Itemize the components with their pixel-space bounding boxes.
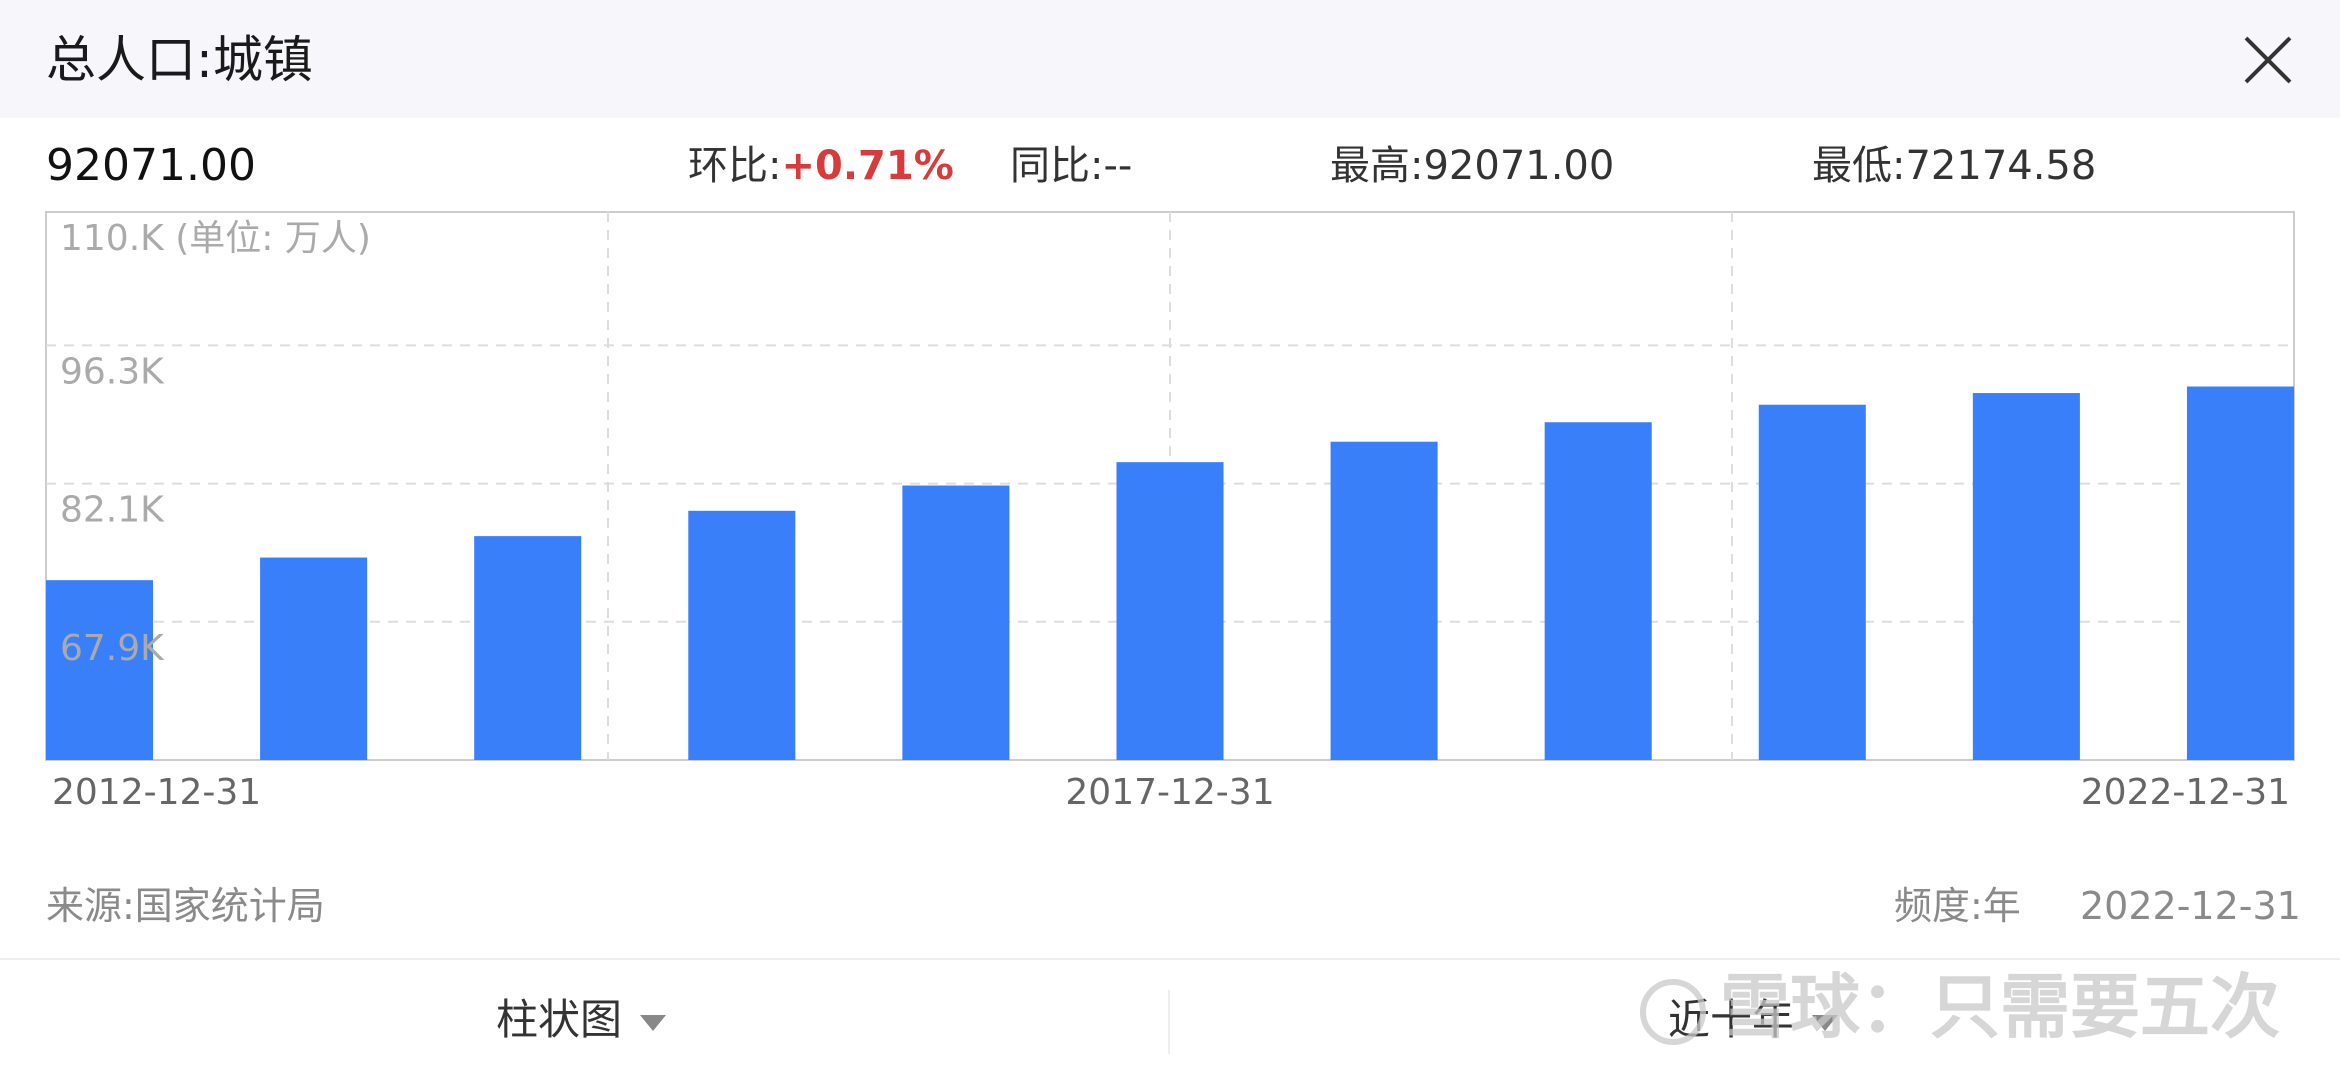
bar	[2186, 386, 2294, 760]
bar	[688, 510, 796, 760]
latest-date: 2022-12-31	[2080, 884, 2301, 928]
low-stat: 最低:72174.58	[1812, 143, 2097, 189]
source-label: 来源:国家统计局	[46, 884, 325, 928]
x-tick-label: 2022-12-31	[2081, 772, 2290, 813]
caret-down-icon	[640, 1014, 667, 1031]
high-stat: 最高:92071.00	[1330, 143, 1615, 189]
close-icon	[2244, 36, 2292, 84]
y-tick-label: 110.K (单位: 万人)	[60, 218, 371, 259]
bar	[902, 485, 1010, 760]
qoq-value: +0.71%	[781, 143, 954, 189]
close-button[interactable]	[2238, 30, 2298, 90]
bar	[1116, 462, 1224, 760]
qoq-label: 环比:	[688, 143, 782, 189]
page-title: 总人口:城镇	[46, 31, 313, 89]
bar	[46, 580, 154, 760]
y-tick-label: 67.9K	[60, 628, 165, 669]
snowball-logo-icon	[1640, 978, 1706, 1045]
chart-type-dropdown[interactable]: 柱状图	[496, 990, 667, 1050]
bar	[1758, 404, 1866, 760]
qoq-stat: 环比:+0.71%	[688, 136, 954, 196]
header-bar: 总人口:城镇	[0, 0, 2340, 118]
bar	[1330, 441, 1438, 760]
toolbar-divider	[1168, 990, 1170, 1054]
x-tick-label: 2012-12-31	[52, 772, 261, 813]
bar	[1972, 393, 2080, 760]
chart-footer: 来源:国家统计局 频度:年 2022-12-31	[0, 876, 2340, 936]
bar	[474, 536, 582, 760]
chart-type-label: 柱状图	[496, 995, 623, 1044]
y-tick-label: 82.1K	[60, 490, 165, 531]
watermark: 雪球：只需要五次	[1640, 962, 2280, 1052]
current-value: 92071.00	[46, 140, 256, 191]
y-tick-label: 96.3K	[60, 351, 165, 392]
yoy-stat: 同比:--	[1010, 143, 1133, 189]
bar-chart: 110.K (单位: 万人) 96.3K 82.1K 67.9K 2012-12-31 2…	[45, 211, 2295, 813]
frequency-label: 频度:年	[1894, 884, 2021, 928]
stats-row: 92071.00 环比:+0.71% 同比:-- 最高:92071.00 最低:…	[0, 136, 2340, 196]
x-tick-label: 2017-12-31	[1065, 772, 1274, 813]
bar	[1544, 422, 1652, 760]
chart-area: 110.K (单位: 万人) 96.3K 82.1K 67.9K 2012-12-31 2…	[0, 200, 2340, 820]
watermark-text: 雪球：只需要五次	[1720, 966, 2280, 1048]
bar	[260, 557, 368, 760]
